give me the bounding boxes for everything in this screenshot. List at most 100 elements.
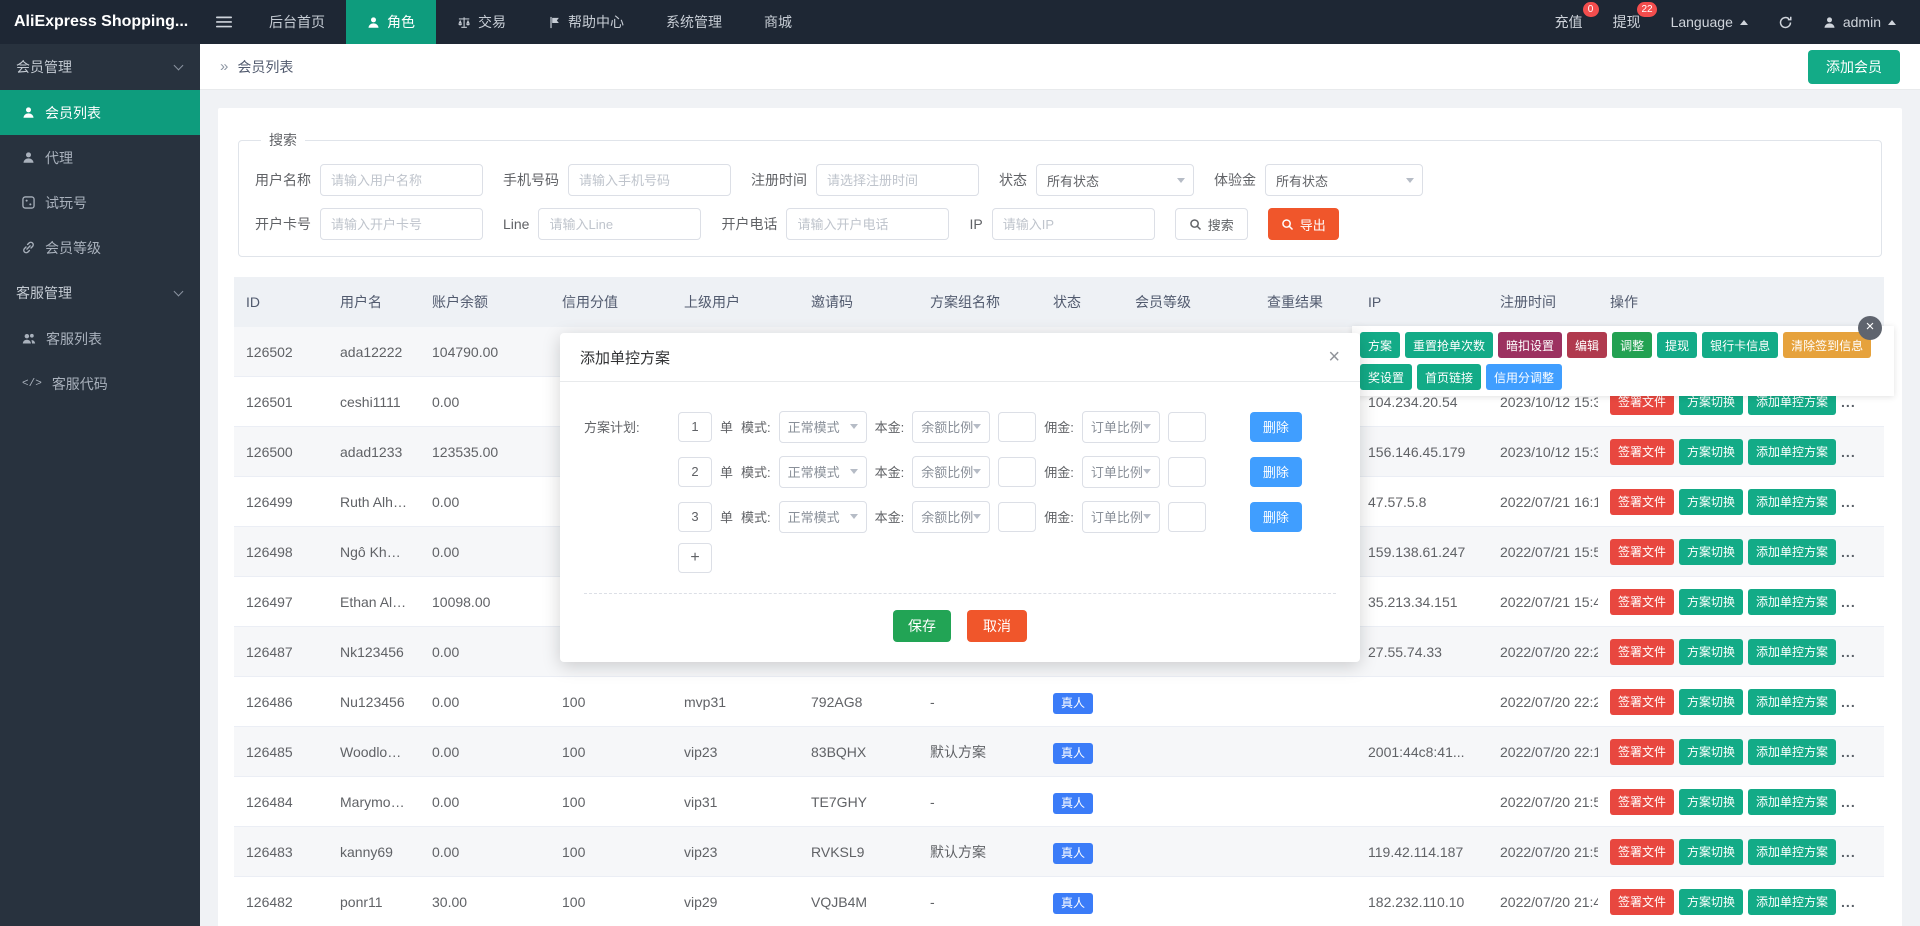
add-single-plan-button[interactable]: 添加单控方案 [1748,439,1836,465]
sidebar-item-member-list[interactable]: 会员列表 [0,90,200,135]
sidebar-item-service-list[interactable]: 客服列表 [0,316,200,361]
commission-type-select[interactable]: 订单比例 [1082,456,1160,488]
plan-switch-button[interactable]: 方案切换 [1679,889,1743,915]
more-actions-button[interactable]: ... [1841,477,1856,526]
language-menu[interactable]: Language [1671,14,1748,30]
more-actions-button[interactable]: ... [1841,777,1856,826]
row-menu-button[interactable]: 首页链接 [1417,364,1481,390]
add-plan-row-button[interactable]: + [678,543,712,573]
nav-mall[interactable]: 商城 [743,0,813,44]
close-icon[interactable]: × [1858,316,1882,340]
reg-time-input[interactable] [816,164,979,196]
sidebar-item-member-level[interactable]: 会员等级 [0,225,200,270]
mode-select[interactable]: 正常模式 [779,411,867,443]
commission-type-select[interactable]: 订单比例 [1082,501,1160,533]
add-single-plan-button[interactable]: 添加单控方案 [1748,489,1836,515]
commission-type-select[interactable]: 订单比例 [1082,411,1160,443]
sign-file-button[interactable]: 签署文件 [1610,489,1674,515]
add-single-plan-button[interactable]: 添加单控方案 [1748,839,1836,865]
add-member-button[interactable]: 添加会员 [1808,50,1900,84]
add-single-plan-button[interactable]: 添加单控方案 [1748,689,1836,715]
nav-roles[interactable]: 角色 [346,0,436,44]
commission-value-input[interactable] [1168,412,1206,442]
sidebar-item-service-code[interactable]: </> 客服代码 [0,361,200,406]
plan-switch-button[interactable]: 方案切换 [1679,689,1743,715]
nav-trade[interactable]: 交易 [436,0,527,44]
row-menu-button[interactable]: 奖设置 [1360,364,1412,390]
plan-number-input[interactable] [678,502,712,532]
status-select[interactable]: 所有状态 [1036,164,1194,196]
more-actions-button[interactable]: ... [1841,877,1856,926]
admin-menu[interactable]: admin [1823,14,1896,30]
principal-value-input[interactable] [998,457,1036,487]
add-single-plan-button[interactable]: 添加单控方案 [1748,589,1836,615]
sidebar-item-agent[interactable]: 代理 [0,135,200,180]
plan-switch-button[interactable]: 方案切换 [1679,539,1743,565]
row-menu-button[interactable]: 调整 [1612,332,1652,358]
sign-file-button[interactable]: 签署文件 [1610,689,1674,715]
row-menu-button[interactable]: 信用分调整 [1486,364,1562,390]
card-no-input[interactable] [320,208,483,240]
commission-value-input[interactable] [1168,502,1206,532]
menu-toggle-icon[interactable] [200,0,248,44]
save-button[interactable]: 保存 [893,610,951,642]
plan-number-input[interactable] [678,457,712,487]
plan-switch-button[interactable]: 方案切换 [1679,739,1743,765]
sign-file-button[interactable]: 签署文件 [1610,839,1674,865]
open-phone-input[interactable] [786,208,949,240]
principal-type-select[interactable]: 余额比例 [912,411,990,443]
sign-file-button[interactable]: 签署文件 [1610,589,1674,615]
row-menu-button[interactable]: 重置抢单次数 [1405,332,1493,358]
more-actions-button[interactable]: ... [1841,727,1856,776]
line-input[interactable] [538,208,701,240]
plan-switch-button[interactable]: 方案切换 [1679,839,1743,865]
search-button[interactable]: 搜索 [1175,208,1248,240]
add-single-plan-button[interactable]: 添加单控方案 [1748,739,1836,765]
row-menu-button[interactable]: 方案 [1360,332,1400,358]
sign-file-button[interactable]: 签署文件 [1610,439,1674,465]
row-menu-button[interactable]: 提现 [1657,332,1697,358]
sign-file-button[interactable]: 签署文件 [1610,889,1674,915]
more-actions-button[interactable]: ... [1841,577,1856,626]
sidebar-section-service-management[interactable]: 客服管理 [0,270,200,316]
more-actions-button[interactable]: ... [1841,827,1856,876]
more-actions-button[interactable]: ... [1841,677,1856,726]
add-single-plan-button[interactable]: 添加单控方案 [1748,789,1836,815]
phone-input[interactable] [568,164,731,196]
row-menu-button[interactable]: 暗扣设置 [1498,332,1562,358]
close-icon[interactable]: × [1328,347,1340,367]
recharge-link[interactable]: 充值 0 [1555,12,1583,32]
sign-file-button[interactable]: 签署文件 [1610,739,1674,765]
principal-value-input[interactable] [998,412,1036,442]
cancel-button[interactable]: 取消 [967,610,1027,642]
sidebar-section-member-management[interactable]: 会员管理 [0,44,200,90]
more-actions-button[interactable]: ... [1841,427,1856,476]
delete-plan-button[interactable]: 删除 [1250,457,1302,487]
plan-switch-button[interactable]: 方案切换 [1679,439,1743,465]
row-menu-button[interactable]: 编辑 [1567,332,1607,358]
refresh-icon[interactable] [1778,15,1793,30]
plan-switch-button[interactable]: 方案切换 [1679,789,1743,815]
mode-select[interactable]: 正常模式 [779,456,867,488]
sign-file-button[interactable]: 签署文件 [1610,639,1674,665]
ip-input[interactable] [992,208,1155,240]
sign-file-button[interactable]: 签署文件 [1610,539,1674,565]
more-actions-button[interactable]: ... [1841,527,1856,576]
nav-system[interactable]: 系统管理 [645,0,743,44]
principal-value-input[interactable] [998,502,1036,532]
delete-plan-button[interactable]: 删除 [1250,412,1302,442]
export-button[interactable]: 导出 [1268,208,1339,240]
mode-select[interactable]: 正常模式 [779,501,867,533]
sidebar-item-trial-account[interactable]: 试玩号 [0,180,200,225]
sign-file-button[interactable]: 签署文件 [1610,789,1674,815]
plan-number-input[interactable] [678,412,712,442]
principal-type-select[interactable]: 余额比例 [912,456,990,488]
row-menu-button[interactable]: 清除签到信息 [1783,332,1871,358]
plan-switch-button[interactable]: 方案切换 [1679,639,1743,665]
nav-dashboard[interactable]: 后台首页 [248,0,346,44]
more-actions-button[interactable]: ... [1841,627,1856,676]
username-input[interactable] [320,164,483,196]
delete-plan-button[interactable]: 删除 [1250,502,1302,532]
plan-switch-button[interactable]: 方案切换 [1679,589,1743,615]
principal-type-select[interactable]: 余额比例 [912,501,990,533]
